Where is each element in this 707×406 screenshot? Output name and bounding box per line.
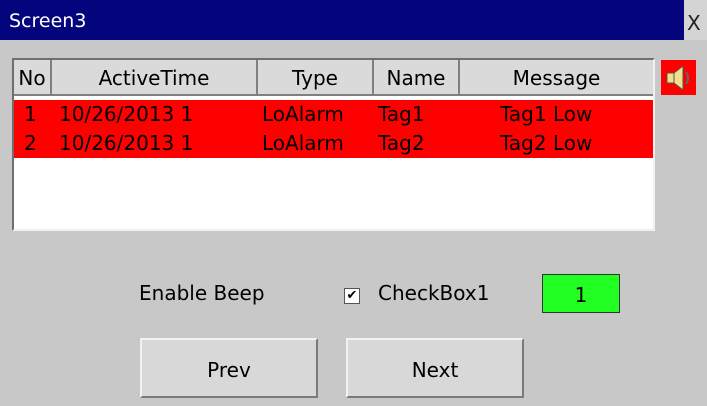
cell-no: 2 — [24, 131, 37, 155]
cell-no: 1 — [24, 102, 37, 126]
prev-button[interactable]: Prev — [140, 338, 318, 398]
next-button[interactable]: Next — [346, 338, 524, 398]
table-row[interactable]: 1 10/26/2013 1 LoAlarm Tag1 Tag1 Low — [14, 100, 653, 129]
column-header-no[interactable]: No — [14, 60, 52, 96]
column-header-name[interactable]: Name — [374, 60, 460, 96]
speaker-icon — [666, 64, 689, 91]
alarm-table[interactable]: No ActiveTime Type Name Message 1 10/26/… — [12, 58, 655, 231]
cell-name: Tag2 — [378, 131, 425, 155]
cell-active-time: 10/26/2013 1 — [59, 131, 194, 155]
window-title: Screen3 — [9, 10, 87, 32]
status-indicator: 1 — [542, 274, 620, 313]
cell-name: Tag1 — [378, 102, 425, 126]
table-row[interactable]: 2 10/26/2013 1 LoAlarm Tag2 Tag2 Low — [14, 129, 653, 158]
cell-message: Tag1 Low — [500, 102, 593, 126]
column-header-activetime[interactable]: ActiveTime — [52, 60, 258, 96]
cell-type: LoAlarm — [262, 102, 344, 126]
enable-beep-label: Enable Beep — [139, 281, 265, 305]
cell-message: Tag2 Low — [500, 131, 593, 155]
checkbox-label[interactable]: CheckBox1 — [378, 281, 489, 305]
speaker-button[interactable] — [661, 60, 696, 95]
column-header-type[interactable]: Type — [258, 60, 374, 96]
cell-type: LoAlarm — [262, 131, 344, 155]
column-header-message[interactable]: Message — [460, 60, 653, 96]
table-header: No ActiveTime Type Name Message — [14, 60, 653, 96]
title-bar: Screen3 — [0, 0, 684, 40]
cell-active-time: 10/26/2013 1 — [59, 102, 194, 126]
beep-checkbox[interactable]: ✔ — [344, 288, 360, 304]
close-button[interactable]: X — [684, 0, 707, 40]
